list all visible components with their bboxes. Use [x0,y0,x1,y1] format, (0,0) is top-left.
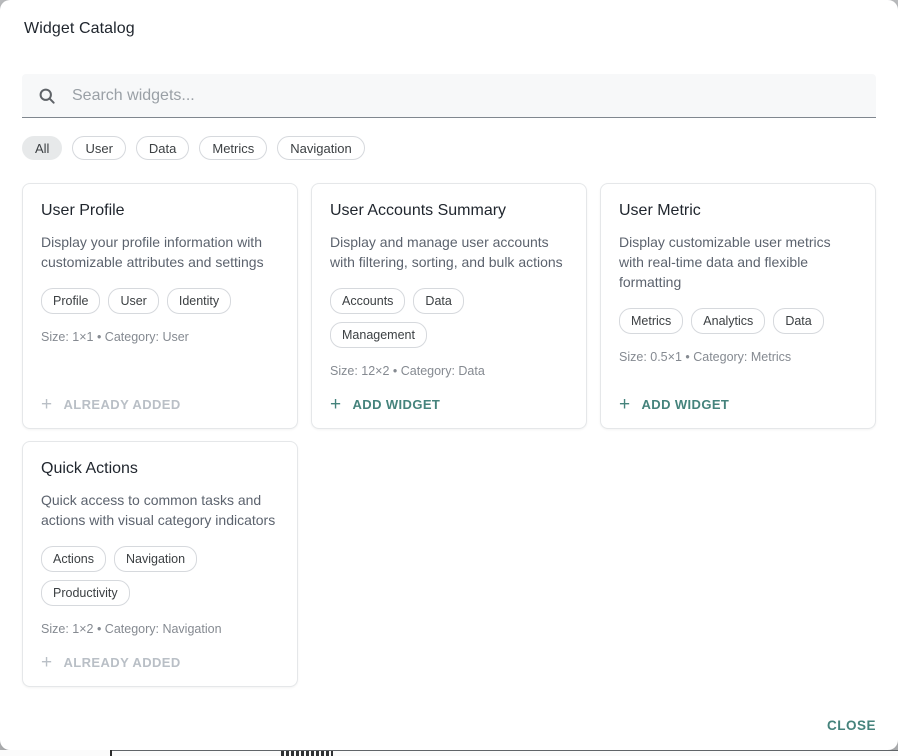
widget-tag-user: User [108,288,158,314]
widget-tag-profile: Profile [41,288,100,314]
plus-icon: + [41,656,53,670]
add-widget-button[interactable]: + ADD WIDGET [330,397,568,412]
plus-icon: + [41,398,53,412]
widget-card-tags: Accounts Data Management [330,288,568,348]
already-added-button: + ALREADY ADDED [41,655,279,670]
widget-tag-management: Management [330,322,427,348]
widget-card-meta: Size: 12×2 • Category: Data [330,364,568,378]
widget-tag-accounts: Accounts [330,288,405,314]
widget-card: User Profile Display your profile inform… [22,183,298,429]
widget-card: User Metric Display customizable user me… [600,183,876,429]
widget-card-meta: Size: 1×2 • Category: Navigation [41,622,279,636]
filter-chip-all[interactable]: All [22,136,62,160]
widget-card-meta: Size: 0.5×1 • Category: Metrics [619,350,857,364]
widget-card-title: User Metric [619,202,857,220]
background-page-mark [110,750,112,756]
widget-card-title: User Profile [41,202,279,220]
add-widget-button-label: ALREADY ADDED [64,397,181,412]
widget-card-tags: Profile User Identity [41,288,279,314]
already-added-button: + ALREADY ADDED [41,397,279,412]
filter-chips: All User Data Metrics Navigation [22,136,876,160]
widget-tag-productivity: Productivity [41,580,130,606]
modal-footer: CLOSE [827,717,876,735]
widget-grid: User Profile Display your profile inform… [22,183,876,687]
filter-chip-data[interactable]: Data [136,136,189,160]
plus-icon: + [330,398,342,412]
widget-tag-data: Data [773,308,823,334]
widget-tag-identity: Identity [167,288,231,314]
close-button[interactable]: CLOSE [827,718,876,733]
widget-card-tags: Metrics Analytics Data [619,308,857,334]
background-page-sliver [0,750,898,756]
search-bar [22,74,876,118]
widget-tag-data: Data [413,288,463,314]
search-icon [37,86,57,106]
widget-tag-analytics: Analytics [691,308,765,334]
widget-tag-navigation: Navigation [114,546,197,572]
add-widget-button[interactable]: + ADD WIDGET [619,397,857,412]
search-input[interactable] [70,86,861,106]
background-page-divider [110,750,898,751]
widget-card-description: Quick access to common tasks and actions… [41,490,279,530]
add-widget-button-label: ADD WIDGET [353,397,441,412]
filter-chip-metrics[interactable]: Metrics [199,136,267,160]
widget-card-description: Display and manage user accounts with fi… [330,232,568,272]
widget-card-description: Display customizable user metrics with r… [619,232,857,292]
widget-tag-actions: Actions [41,546,106,572]
background-page-cropped-text [281,751,333,756]
widget-card-title: Quick Actions [41,460,279,478]
widget-card: User Accounts Summary Display and manage… [311,183,587,429]
filter-chip-navigation[interactable]: Navigation [277,136,364,160]
widget-card-tags: Actions Navigation Productivity [41,546,279,606]
widget-tag-metrics: Metrics [619,308,683,334]
filter-chip-user[interactable]: User [72,136,125,160]
widget-catalog-modal: Widget Catalog All User Data Metrics Navigat… [0,0,898,750]
widget-card: Quick Actions Quick access to common tas… [22,441,298,687]
add-widget-button-label: ALREADY ADDED [64,655,181,670]
widget-card-title: User Accounts Summary [330,202,568,220]
plus-icon: + [619,398,631,412]
add-widget-button-label: ADD WIDGET [642,397,730,412]
widget-card-meta: Size: 1×1 • Category: User [41,330,279,344]
modal-title: Widget Catalog [0,0,898,38]
widget-card-description: Display your profile information with cu… [41,232,279,272]
